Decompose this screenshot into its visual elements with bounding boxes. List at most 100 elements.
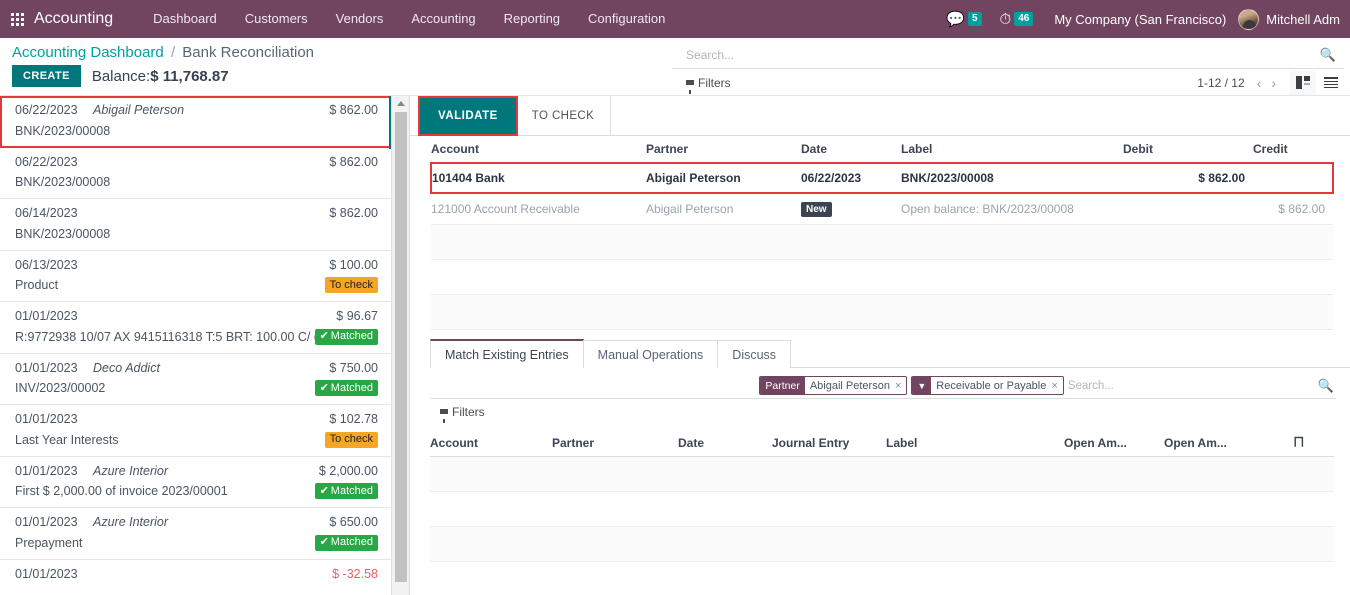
- column-header: Partner: [646, 136, 801, 163]
- reconciliation-panel: VALIDATE TO CHECK AccountPartnerDateLabe…: [410, 96, 1350, 595]
- statement-line-row[interactable]: 06/22/2023$ 862.00 BNK/2023/00008: [0, 148, 391, 200]
- empty-cell: [431, 260, 1333, 295]
- move-lines-body: 101404 BankAbigail Peterson06/22/2023BNK…: [431, 163, 1333, 330]
- statement-line-row[interactable]: 01/01/2023Deco Addict$ 750.00INV/2023/00…: [0, 354, 391, 406]
- check-icon: ✔: [320, 485, 329, 498]
- search-bar: 🔍: [672, 41, 1344, 69]
- reconcile-tab[interactable]: Match Existing Entries: [430, 339, 584, 368]
- status-badge: ✔Matched: [315, 483, 378, 499]
- statement-line-bottom: Last Year InterestsTo check: [15, 431, 378, 448]
- column-settings-header[interactable]: ⨅: [1294, 429, 1334, 457]
- statement-line-row[interactable]: 01/01/2023$ 96.67R:9772938 10/07 AX 9415…: [0, 302, 391, 354]
- search-facet[interactable]: PartnerAbigail Peterson×: [759, 376, 907, 395]
- facet-key: Partner: [760, 377, 804, 394]
- activities-button[interactable]: ⏱ 46: [991, 11, 1043, 28]
- navbar-right-section: 💬 5 ⏱ 46 My Company (San Francisco) Mitc…: [937, 9, 1350, 30]
- validate-button[interactable]: VALIDATE: [420, 98, 516, 134]
- menu-item-configuration[interactable]: Configuration: [574, 0, 679, 38]
- view-switcher: [1290, 71, 1344, 95]
- pager: 1-12 / 12 ‹ ›: [1197, 75, 1280, 91]
- statement-line-row[interactable]: 06/14/2023$ 862.00BNK/2023/00008: [0, 199, 391, 251]
- statement-label: BNK/2023/00008: [15, 124, 378, 138]
- scrollbar-thumb[interactable]: [395, 112, 407, 582]
- filters-button[interactable]: Filters: [686, 76, 731, 90]
- balance-label: Balance:: [92, 68, 150, 85]
- user-name-label: Mitchell Adm: [1266, 12, 1340, 27]
- statement-date: 01/01/2023: [15, 567, 93, 581]
- column-header: Journal Entry: [772, 429, 886, 457]
- control-panel-left: Accounting Dashboard / Bank Reconciliati…: [0, 38, 672, 95]
- balance-display: Balance:$ 11,768.87: [92, 68, 229, 85]
- move-line-row[interactable]: 101404 BankAbigail Peterson06/22/2023BNK…: [431, 163, 1333, 193]
- statement-line-row[interactable]: 06/22/2023Abigail Peterson$ 862.00BNK/20…: [0, 96, 391, 148]
- empty-row: [431, 260, 1333, 295]
- search-facet[interactable]: ▼Receivable or Payable×: [911, 376, 1063, 395]
- statement-date: 06/14/2023: [15, 206, 93, 220]
- list-view-button[interactable]: [1318, 71, 1344, 95]
- check-icon: ✔: [320, 536, 329, 549]
- status-badge: To check: [325, 432, 378, 448]
- scroll-up-button[interactable]: [392, 96, 409, 110]
- statement-amount: $ -32.58: [332, 567, 378, 581]
- statement-line-row[interactable]: 01/01/2023Azure Interior$ 2,000.00First …: [0, 457, 391, 509]
- cell-account: 121000 Account Receivable: [431, 193, 646, 225]
- breadcrumb-root-link[interactable]: Accounting Dashboard: [12, 44, 164, 61]
- kanban-view-icon: [1296, 76, 1310, 89]
- cell-debit: [1123, 193, 1253, 225]
- apps-menu-button[interactable]: [0, 13, 34, 26]
- statement-line-row[interactable]: 01/01/2023$ 102.78Last Year InterestsTo …: [0, 405, 391, 457]
- statement-label: Prepayment: [15, 536, 315, 550]
- cell-partner: Abigail Peterson: [646, 163, 801, 193]
- company-switcher[interactable]: My Company (San Francisco): [1042, 12, 1238, 27]
- statement-line-top: 06/22/2023$ 862.00: [15, 155, 378, 169]
- match-search-input[interactable]: [1068, 380, 1238, 392]
- reconcile-tab[interactable]: Manual Operations: [583, 340, 719, 368]
- move-line-row[interactable]: 121000 Account ReceivableAbigail Peterso…: [431, 193, 1333, 225]
- statement-line-row[interactable]: 06/13/2023$ 100.00ProductTo check: [0, 251, 391, 303]
- create-button[interactable]: CREATE: [12, 65, 81, 87]
- statement-amount: $ 862.00: [329, 155, 378, 169]
- top-navbar: Accounting Dashboard Customers Vendors A…: [0, 0, 1350, 38]
- menu-item-accounting[interactable]: Accounting: [397, 0, 489, 38]
- cell-credit: [1253, 163, 1333, 193]
- statement-line-row[interactable]: 01/01/2023 $ -32.58: [0, 560, 391, 595]
- statement-line-bottom: BNK/2023/00008: [15, 174, 378, 191]
- statement-label: Last Year Interests: [15, 433, 325, 447]
- app-brand-name[interactable]: Accounting: [34, 10, 139, 28]
- facet-container: PartnerAbigail Peterson×▼Receivable or P…: [430, 376, 1068, 395]
- statement-line-bottom: First $ 2,000.00 of invoice 2023/00001✔M…: [15, 483, 378, 500]
- match-filters-button[interactable]: Filters: [440, 405, 1350, 419]
- column-header: Label: [886, 429, 1064, 457]
- chevron-right-icon[interactable]: ›: [1267, 75, 1280, 91]
- menu-item-vendors[interactable]: Vendors: [322, 0, 398, 38]
- match-table-body: [430, 457, 1334, 595]
- user-menu[interactable]: Mitchell Adm: [1238, 9, 1348, 30]
- column-settings-icon[interactable]: ⨅: [1294, 435, 1304, 449]
- menu-item-reporting[interactable]: Reporting: [490, 0, 574, 38]
- chevron-left-icon[interactable]: ‹: [1253, 75, 1266, 91]
- facet-key: ▼: [912, 377, 931, 394]
- search-input[interactable]: [672, 48, 1320, 62]
- statement-date: 01/01/2023: [15, 361, 93, 375]
- statement-line-row[interactable]: 01/01/2023Azure Interior$ 650.00 Prepayme…: [0, 508, 391, 560]
- to-check-button[interactable]: TO CHECK: [516, 96, 611, 135]
- control-panel-right: 🔍 Filters 1-12 / 12 ‹ ›: [672, 38, 1350, 95]
- menu-item-customers[interactable]: Customers: [231, 0, 322, 38]
- close-icon[interactable]: ×: [1051, 380, 1057, 392]
- user-avatar: [1238, 9, 1259, 30]
- statement-line-list[interactable]: 06/22/2023Abigail Peterson$ 862.00BNK/20…: [0, 96, 392, 595]
- statement-label: First $ 2,000.00 of invoice 2023/00001: [15, 484, 315, 498]
- empty-cell: [431, 225, 1333, 260]
- magnifier-icon[interactable]: 🔍: [1320, 47, 1338, 63]
- messages-button[interactable]: 💬 5: [937, 10, 990, 28]
- empty-row: [430, 527, 1334, 562]
- statement-line-top: 01/01/2023Azure Interior$ 650.00: [15, 515, 378, 529]
- column-header: Account: [431, 136, 646, 163]
- empty-row: [430, 562, 1334, 595]
- close-icon[interactable]: ×: [895, 380, 901, 392]
- reconcile-tab[interactable]: Discuss: [717, 340, 791, 368]
- menu-item-dashboard[interactable]: Dashboard: [139, 0, 231, 38]
- panel-scrollbar[interactable]: [392, 96, 410, 595]
- magnifier-icon[interactable]: 🔍: [1238, 378, 1336, 394]
- kanban-view-button[interactable]: [1290, 71, 1316, 95]
